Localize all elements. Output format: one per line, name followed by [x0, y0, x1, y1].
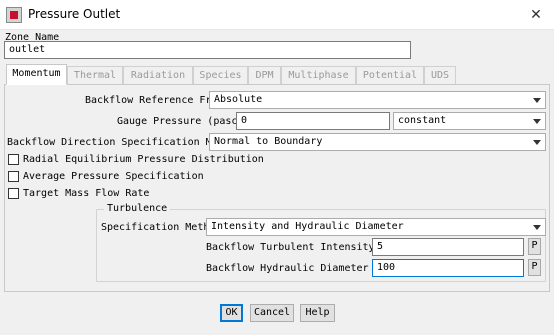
close-icon[interactable]: ✕ [526, 5, 546, 25]
tab-radiation[interactable]: Radiation [123, 66, 193, 84]
turbulence-spec-method-value: Intensity and Hydraulic Diameter [211, 221, 404, 232]
tab-species[interactable]: Species [193, 66, 248, 84]
chevron-down-icon [533, 140, 541, 145]
tab-thermal[interactable]: Thermal [67, 66, 123, 84]
radial-equilibrium-checkbox[interactable] [8, 154, 19, 165]
gauge-pressure-field[interactable]: 0 [236, 112, 390, 130]
backflow-direction-label: Backflow Direction Specification Method [7, 137, 242, 148]
window-title: Pressure Outlet [28, 7, 121, 21]
chevron-down-icon [533, 225, 541, 230]
turbulence-spec-method-label: Specification Method [101, 222, 222, 233]
tab-dpm[interactable]: DPM [248, 66, 281, 84]
ok-button[interactable]: OK [220, 304, 243, 322]
backflow-ref-frame-label: Backflow Reference Frame [85, 95, 230, 106]
average-pressure-checkbox[interactable] [8, 171, 19, 182]
cancel-button[interactable]: Cancel [250, 304, 294, 322]
backflow-ref-frame-value: Absolute [214, 94, 263, 105]
backflow-ref-frame-select[interactable]: Absolute [209, 91, 546, 109]
tab-multiphase[interactable]: Multiphase [281, 66, 356, 84]
gauge-pressure-method-value: constant [398, 115, 447, 126]
turbulence-group-title: Turbulence [104, 203, 171, 214]
turbulent-intensity-field[interactable]: 5 [372, 238, 524, 256]
average-pressure-label: Average Pressure Specification [23, 171, 204, 182]
tab-uds[interactable]: UDS [424, 66, 456, 84]
gauge-pressure-label: Gauge Pressure (pascal) [117, 116, 256, 127]
hydraulic-diameter-param-button[interactable]: P [528, 259, 541, 276]
chevron-down-icon [533, 98, 541, 103]
chevron-down-icon [533, 119, 541, 124]
target-mass-flow-label: Target Mass Flow Rate [23, 188, 150, 199]
backflow-direction-value: Normal to Boundary [214, 136, 323, 147]
radial-equilibrium-label: Radial Equilibrium Pressure Distribution [23, 154, 264, 165]
help-button[interactable]: Help [300, 304, 335, 322]
tab-potential[interactable]: Potential [356, 66, 424, 84]
tab-momentum[interactable]: Momentum [6, 64, 67, 85]
gauge-pressure-method-select[interactable]: constant [393, 112, 546, 130]
title-bar: Pressure Outlet ✕ [0, 0, 554, 30]
turbulent-intensity-param-button[interactable]: P [528, 238, 541, 255]
zone-name-field[interactable]: outlet [4, 41, 411, 59]
backflow-direction-select[interactable]: Normal to Boundary [209, 133, 546, 151]
target-mass-flow-checkbox[interactable] [8, 188, 19, 199]
turbulence-spec-method-select[interactable]: Intensity and Hydraulic Diameter [206, 218, 546, 236]
hydraulic-diameter-label: Backflow Hydraulic Diameter (mm) [206, 263, 399, 274]
turbulent-intensity-label: Backflow Turbulent Intensity (%) [206, 242, 399, 253]
hydraulic-diameter-field[interactable]: 100 [372, 259, 524, 277]
fluent-app-icon [6, 7, 22, 23]
